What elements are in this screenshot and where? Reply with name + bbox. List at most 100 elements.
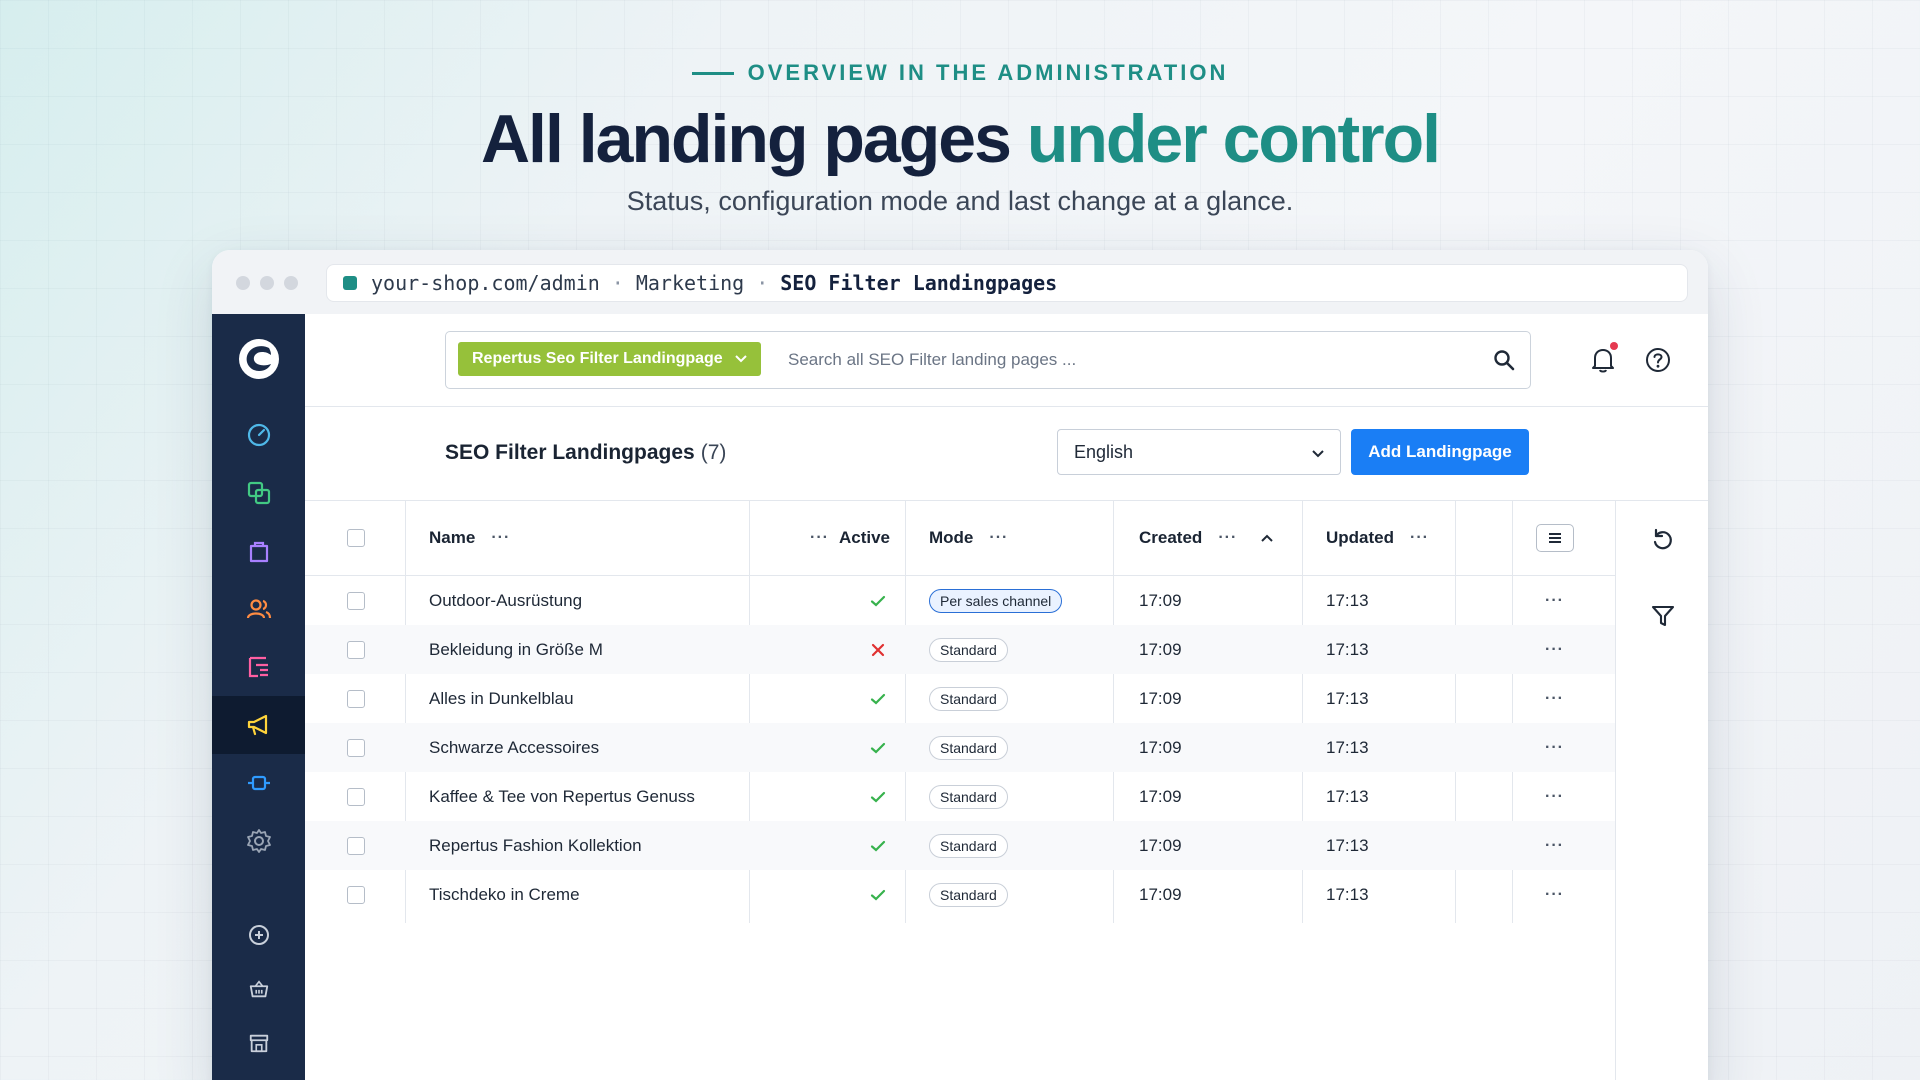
column-settings-toggle[interactable] <box>1536 524 1574 552</box>
row-select-checkbox[interactable] <box>347 625 365 674</box>
mode-badge: Standard <box>929 784 1008 809</box>
language-select[interactable]: English <box>1057 429 1341 475</box>
search-icon[interactable] <box>1492 348 1516 372</box>
cell-name[interactable]: Schwarze Accessoires <box>429 723 599 772</box>
select-all-checkbox[interactable] <box>347 501 365 575</box>
cell-active <box>870 821 886 870</box>
checkbox[interactable] <box>347 738 365 757</box>
row-select-checkbox[interactable] <box>347 772 365 821</box>
landingpage-name-link[interactable]: Outdoor-Ausrüstung <box>429 591 582 611</box>
cell-name[interactable]: Repertus Fashion Kollektion <box>429 821 642 870</box>
help-question-icon[interactable] <box>1642 344 1674 376</box>
more-actions-icon[interactable]: ··· <box>1545 788 1564 806</box>
checkbox[interactable] <box>347 787 365 806</box>
table-row[interactable]: Schwarze Accessoires Standard 17:09 17:13 ··… <box>305 723 1615 772</box>
search-input[interactable] <box>786 342 1470 378</box>
more-actions-icon[interactable]: ··· <box>1545 641 1564 659</box>
table-row[interactable]: Alles in Dunkelblau Standard 17:09 17:13 ··· <box>305 674 1615 723</box>
url-bar[interactable]: your-shop.com/admin · Marketing · SEO Fi… <box>326 264 1688 302</box>
more-actions-icon[interactable]: ··· <box>1545 837 1564 855</box>
cell-updated: 17:13 <box>1326 576 1369 625</box>
column-header-mode[interactable]: Mode ··· <box>929 501 1008 575</box>
table-row[interactable]: Bekleidung in Größe M Standard 17:09 17:13 ·… <box>305 625 1615 674</box>
created-time: 17:09 <box>1139 786 1182 806</box>
column-menu-icon[interactable]: ··· <box>1218 529 1237 547</box>
row-actions-button[interactable]: ··· <box>1545 576 1564 625</box>
row-actions-button[interactable]: ··· <box>1545 625 1564 674</box>
cell-name[interactable]: Outdoor-Ausrüstung <box>429 576 582 625</box>
sidebar-item-dashboard[interactable] <box>212 406 305 464</box>
row-actions-button[interactable]: ··· <box>1545 674 1564 723</box>
column-menu-icon[interactable]: ··· <box>810 529 829 547</box>
row-actions-button[interactable]: ··· <box>1545 772 1564 821</box>
active-check-icon <box>870 742 886 754</box>
sidebar-item-marketing[interactable] <box>212 696 305 754</box>
window-minimize-dot[interactable] <box>260 276 274 290</box>
cell-updated: 17:13 <box>1326 723 1369 772</box>
sidebar-item-orders[interactable] <box>212 522 305 580</box>
landingpage-name-link[interactable]: Bekleidung in Größe M <box>429 640 603 660</box>
window-close-dot[interactable] <box>236 276 250 290</box>
sidebar-item-catalogues[interactable] <box>212 464 305 522</box>
shopware-logo-icon[interactable] <box>238 338 280 380</box>
more-actions-icon[interactable]: ··· <box>1545 739 1564 757</box>
row-select-checkbox[interactable] <box>347 821 365 870</box>
more-actions-icon[interactable]: ··· <box>1545 592 1564 610</box>
landingpage-name-link[interactable]: Repertus Fashion Kollektion <box>429 836 642 856</box>
window-maximize-dot[interactable] <box>284 276 298 290</box>
checkbox[interactable] <box>347 591 365 610</box>
sidebar-item-customers[interactable] <box>212 580 305 638</box>
landingpage-name-link[interactable]: Alles in Dunkelblau <box>429 689 574 709</box>
checkbox[interactable] <box>347 689 365 708</box>
filter-icon[interactable] <box>1650 603 1676 629</box>
row-actions-button[interactable]: ··· <box>1545 723 1564 772</box>
checkbox[interactable] <box>347 885 365 904</box>
search-type-selector[interactable]: Repertus Seo Filter Landingpage <box>458 342 761 376</box>
add-landingpage-button[interactable]: Add Landingpage <box>1351 429 1529 475</box>
table-row[interactable]: Repertus Fashion Kollektion Standard 17:09… <box>305 821 1615 870</box>
row-select-checkbox[interactable] <box>347 674 365 723</box>
sidebar-item-content[interactable] <box>212 638 305 696</box>
column-header-active[interactable]: ··· Active <box>810 501 890 575</box>
column-menu-icon[interactable]: ··· <box>491 529 510 547</box>
url-section: Marketing <box>635 271 745 295</box>
refresh-icon[interactable] <box>1650 527 1676 553</box>
checkbox[interactable] <box>347 529 365 547</box>
url-host: your-shop.com/admin <box>371 271 600 295</box>
table-row[interactable]: Kaffee & Tee von Repertus Genuss Standard… <box>305 772 1615 821</box>
column-menu-icon[interactable]: ··· <box>1410 529 1429 547</box>
row-actions-button[interactable]: ··· <box>1545 870 1564 919</box>
cell-name[interactable]: Bekleidung in Größe M <box>429 625 603 674</box>
dashboard-gauge-icon <box>247 423 270 447</box>
sort-ascending-icon[interactable] <box>1261 534 1274 542</box>
column-header-updated[interactable]: Updated ··· <box>1326 501 1429 575</box>
cell-active <box>870 576 886 625</box>
landingpage-name-link[interactable]: Schwarze Accessoires <box>429 738 599 758</box>
checkbox[interactable] <box>347 836 365 855</box>
sidebar-item-extensions[interactable] <box>212 754 305 812</box>
column-header-name[interactable]: Name ··· <box>429 501 510 575</box>
column-menu-icon[interactable]: ··· <box>989 529 1008 547</box>
column-settings-button[interactable] <box>1536 501 1574 575</box>
row-actions-button[interactable]: ··· <box>1545 821 1564 870</box>
more-actions-icon[interactable]: ··· <box>1545 886 1564 904</box>
row-select-checkbox[interactable] <box>347 870 365 919</box>
row-select-checkbox[interactable] <box>347 723 365 772</box>
grid-header: Name ··· ··· Active Mode ··· Created ···… <box>305 501 1615 576</box>
cell-name[interactable]: Kaffee & Tee von Repertus Genuss <box>429 772 695 821</box>
table-row[interactable]: Tischdeko in Creme Standard 17:09 17:13 ··· <box>305 870 1615 919</box>
row-select-checkbox[interactable] <box>347 576 365 625</box>
landingpage-name-link[interactable]: Kaffee & Tee von Repertus Genuss <box>429 787 695 807</box>
landingpage-name-link[interactable]: Tischdeko in Creme <box>429 885 580 905</box>
table-row[interactable]: Outdoor-Ausrüstung Per sales channel 17:09… <box>305 576 1615 625</box>
sidebar-storefront-button[interactable] <box>212 1014 305 1072</box>
url-separator: · <box>756 271 769 295</box>
sidebar-basket-button[interactable] <box>212 960 305 1018</box>
cell-name[interactable]: Tischdeko in Creme <box>429 870 580 919</box>
checkbox[interactable] <box>347 640 365 659</box>
more-actions-icon[interactable]: ··· <box>1545 690 1564 708</box>
sidebar-add-button[interactable] <box>212 906 305 964</box>
cell-name[interactable]: Alles in Dunkelblau <box>429 674 574 723</box>
column-header-created[interactable]: Created ··· <box>1139 501 1274 575</box>
sidebar-item-settings[interactable] <box>212 812 305 870</box>
